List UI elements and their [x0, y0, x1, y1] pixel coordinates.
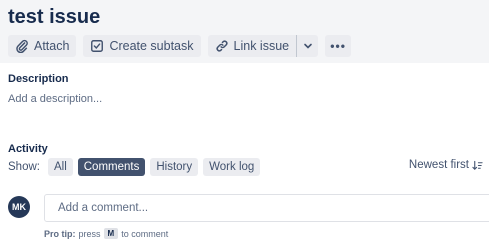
create-subtask-button[interactable]: Create subtask	[83, 35, 201, 57]
attach-label: Attach	[34, 39, 70, 53]
filter-all[interactable]: All	[47, 158, 73, 176]
avatar[interactable]: MK	[8, 196, 30, 218]
link-issue-dropdown-button[interactable]	[296, 35, 319, 57]
description-heading: Description	[8, 73, 69, 85]
chevron-down-icon	[303, 43, 312, 49]
issue-toolbar: Attach Create subtask Link issue •••	[8, 35, 358, 57]
pro-tip-text-post: to comment	[121, 228, 169, 239]
more-actions-button[interactable]: •••	[325, 35, 352, 57]
paperclip-icon	[16, 39, 28, 53]
description-placeholder[interactable]: Add a description...	[8, 93, 102, 105]
filter-work-log[interactable]: Work log	[203, 158, 261, 176]
comment-input[interactable]: Add a comment...	[44, 194, 489, 222]
pro-tip-text-pre: press	[78, 228, 101, 239]
issue-title[interactable]: test issue	[8, 3, 100, 31]
create-subtask-label: Create subtask	[109, 39, 194, 53]
sort-toggle[interactable]: Newest first	[409, 159, 483, 171]
activity-filter-bar: Show: All Comments History Work log	[8, 158, 265, 176]
link-issue-button[interactable]: Link issue	[207, 35, 297, 57]
pro-tip-label: Pro tip:	[44, 228, 76, 239]
sort-label: Newest first	[408, 159, 469, 171]
activity-heading: Activity	[8, 143, 48, 155]
keyboard-shortcut-key: M	[103, 228, 119, 239]
comment-placeholder: Add a comment...	[58, 202, 149, 214]
attach-button[interactable]: Attach	[8, 35, 77, 57]
show-label: Show:	[8, 161, 40, 173]
filter-history[interactable]: History	[150, 158, 199, 176]
sort-descending-icon	[472, 160, 483, 170]
filter-comments[interactable]: Comments	[77, 158, 146, 176]
subtask-icon	[91, 40, 104, 52]
link-icon	[215, 40, 228, 52]
link-issue-label: Link issue	[233, 39, 290, 53]
pro-tip: Pro tip: press M to comment	[44, 228, 168, 239]
more-icon: •••	[330, 39, 346, 53]
